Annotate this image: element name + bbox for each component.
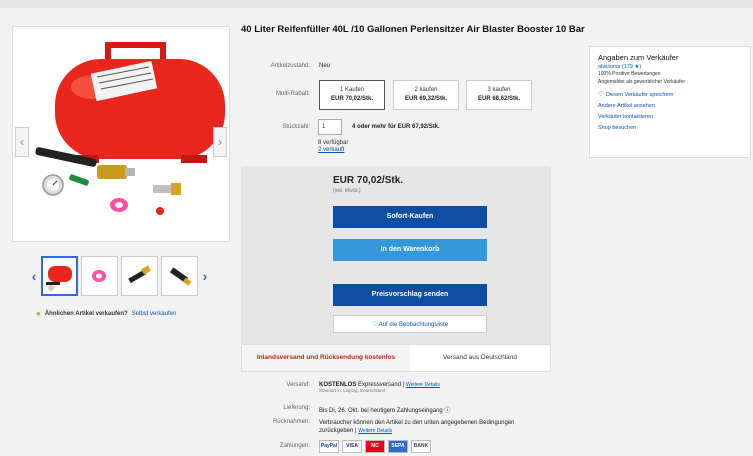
thumbnail-prev-icon[interactable]: ‹ [30,268,38,284]
paypal-icon: PayPal [319,440,339,453]
lightbulb-icon: ● [36,309,41,318]
buy-box: EUR 70,02/Stk. (inkl. MwSt.) Sofort-Kauf… [241,166,551,372]
other-items-link[interactable]: Andere Artikel ansehen [598,101,742,112]
condition-label: Artikelzustand: [270,63,310,69]
item-price: EUR 70,02/Stk. [333,175,404,186]
delivery-text: Bis Di, 26. Okt. bei heutigem Zahlungsei… [319,408,443,414]
heart-icon: ♡ [371,322,379,328]
mastercard-icon: MC [365,440,385,453]
returns-text: Verbraucher können den Artikel zu den un… [319,420,515,426]
discount-option-1[interactable]: 1 Kaufen EUR 70,02/Stk. [319,80,385,110]
top-bar [0,0,753,8]
visa-icon: VISA [342,440,362,453]
returns-label: Rücknahmen: [272,419,310,425]
previous-image-button[interactable]: ‹ [15,127,29,157]
shipping-label: Versand: [286,382,310,388]
bulk-offer-text: 4 oder mehr für EUR 67,92/Stk. [352,124,440,130]
discount-option-2[interactable]: 2 kaufen EUR 69,32/Stk. [393,80,459,110]
shipping-tabs: Inlandsversand und Rücksendung kostenlos… [241,344,551,372]
make-offer-button[interactable]: Preisvorschlag senden [333,284,487,306]
thumbnail-nozzle[interactable] [121,256,158,296]
seller-heading: Angaben zum Verkäufer [598,53,679,62]
free-shipping-tab[interactable]: Inlandsversand und Rücksendung kostenlos [242,345,410,371]
discount-price: EUR 68,62/Stk. [477,96,521,102]
add-to-watchlist-button[interactable]: ♡ Auf die Beobachtungsliste [333,315,487,333]
returns-text-2: zurückgeben [319,428,354,434]
quantity-label: Stückzahl: [282,124,310,130]
shipping-value: KOSTENLOS Expressversand | Weitere Detai… [319,382,440,393]
availability: 8 verfügbar 2 verkauft [318,140,348,154]
discount-qty: 3 kaufen [487,87,511,93]
quantity-input[interactable]: 1 [318,119,342,135]
discount-qty: 1 Kaufen [339,87,365,93]
discount-price: EUR 69,32/Stk. [404,96,448,102]
seller-business-status: Angemeldet als gewerblicher Verkäufer [598,79,685,85]
delivery-label: Lieferung: [283,405,310,411]
sell-similar-question: Ähnlichen Artikel verkaufen? [44,310,128,317]
returns-value: Verbraucher können den Artikel zu den un… [319,420,515,434]
thumbnail-valve[interactable] [161,256,198,296]
save-seller-link[interactable]: ♡ Diesen Verkäufer speichern [598,89,742,101]
delivery-value: Bis Di, 26. Okt. bei heutigem Zahlungsei… [319,405,450,414]
seller-info-panel: Angaben zum Verkäufer afactorss (179 ★) … [589,46,751,158]
buy-now-button[interactable]: Sofort-Kaufen [333,206,487,228]
discount-price: EUR 70,02/Stk. [330,96,374,102]
condition-value: Neu [319,63,331,69]
next-image-button[interactable]: › [213,127,227,157]
bank-transfer-icon: BANK [411,440,431,453]
watch-label: Auf die Beobachtungsliste [378,322,449,328]
thumbnail-tank[interactable] [41,256,78,296]
save-seller-label: Diesen Verkäufer speichern [605,92,674,98]
thumbnail-next-icon[interactable]: › [201,268,209,284]
ships-from-tab[interactable]: Versand aus Deutschland [410,345,550,371]
payment-label: Zahlungen: [279,443,310,449]
contact-seller-link[interactable]: Verkäufer kontaktieren [598,112,742,123]
sell-yourself-link[interactable]: Selbst verkaufen [132,311,177,317]
thumbnail-strip: ‹ › [30,254,209,298]
add-to-cart-button[interactable]: In den Warenkorb [333,239,487,261]
available-count: 8 verfügbar [318,140,349,146]
visit-shop-link[interactable]: Shop besuchen [598,123,742,134]
listing-title: 40 Liter Reifenfüller 40L /10 Gallonen P… [241,24,585,35]
discount-option-3[interactable]: 3 kaufen EUR 68,62/Stk. [466,80,532,110]
sold-count-link[interactable]: 2 verkauft [318,147,348,154]
shipping-details-link[interactable]: Weitere Details [406,382,440,388]
multi-discount-label: Multi-Rabatt: [275,91,310,97]
sell-similar-row: ● Ähnlichen Artikel verkaufen? Selbst ve… [36,309,176,318]
payment-methods: PayPal VISA MC SEPA BANK [319,440,431,453]
main-product-image[interactable]: ‹ › [12,26,230,242]
seller-positive-rate: 100% Positive Bewertungen [598,71,661,77]
returns-details-link[interactable]: Weitere Details [358,428,392,434]
info-icon[interactable]: ⓘ [444,408,450,414]
air-tank-illustration [35,42,225,215]
price-vat-note: (inkl. MwSt.) [333,188,361,194]
heart-icon: ♡ [598,91,605,98]
thumbnail-tape[interactable] [81,256,118,296]
sepa-icon: SEPA [388,440,408,453]
shipping-location: Standort in: Leipzig, Deutschland [319,388,386,393]
discount-qty: 2 kaufen [414,87,438,93]
